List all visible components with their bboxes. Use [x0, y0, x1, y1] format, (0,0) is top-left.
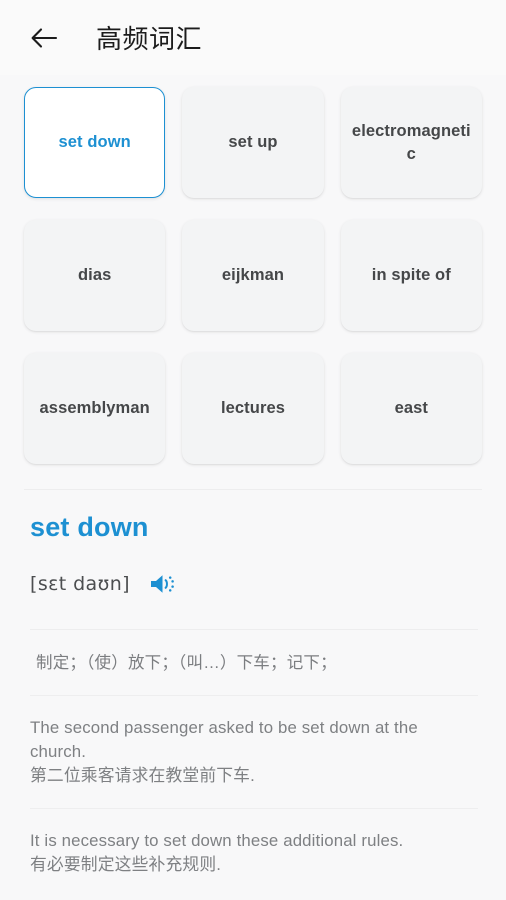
word-card-set-up[interactable]: set up: [182, 87, 324, 198]
arrow-left-icon: [30, 27, 58, 49]
example-english: The second passenger asked to be set dow…: [30, 718, 418, 762]
word-card-label: in spite of: [371, 266, 451, 285]
page-title: 高频词汇: [96, 24, 203, 54]
example-chinese: 有必要制定这些补充规则.: [30, 854, 222, 874]
word-card-label: eijkman: [221, 266, 285, 285]
word-card-set-down[interactable]: set down: [24, 87, 166, 198]
word-card-label: lectures: [220, 399, 286, 418]
word-card-east[interactable]: east: [340, 353, 482, 464]
word-card-in-spite-of[interactable]: in spite of: [340, 220, 482, 331]
word-grid-section: set down set up electromagnetic dias eij…: [0, 75, 506, 490]
word-card-lectures[interactable]: lectures: [182, 353, 324, 464]
example-chinese: 第二位乘客请求在教堂前下车.: [30, 766, 255, 786]
word-card-label: electromagnetic: [351, 122, 471, 163]
example-item: It is necessary to set down these additi…: [30, 809, 478, 877]
definition-text: 制定；（使）放下；（叫…）下车；记下；: [36, 654, 337, 672]
example-english: It is necessary to set down these additi…: [30, 830, 404, 850]
phonetic-row: [sɛt daʊn]: [30, 571, 478, 597]
word-card-label: set down: [58, 133, 131, 152]
word-card-assemblyman[interactable]: assemblyman: [24, 353, 166, 464]
word-detail-section: set down [sɛt daʊn] 制定；（使）放下；（叫…）下车；记下； …: [0, 490, 506, 877]
back-button[interactable]: [24, 18, 64, 58]
example-item: The second passenger asked to be set dow…: [30, 696, 478, 788]
word-card-eijkman[interactable]: eijkman: [182, 220, 324, 331]
word-card-label: assemblyman: [39, 399, 150, 418]
word-card-label: east: [394, 399, 429, 418]
app-bar: 高频词汇: [0, 0, 506, 75]
speaker-icon[interactable]: [149, 571, 179, 597]
word-card-label: dias: [77, 266, 112, 285]
word-card-dias[interactable]: dias: [24, 220, 166, 331]
phonetic-text: [sɛt daʊn]: [30, 573, 130, 595]
word-card-electromagnetic[interactable]: electromagnetic: [340, 87, 482, 198]
detail-word-title: set down: [30, 512, 149, 542]
word-card-label: set up: [228, 133, 278, 152]
word-grid: set down set up electromagnetic dias eij…: [24, 87, 482, 464]
